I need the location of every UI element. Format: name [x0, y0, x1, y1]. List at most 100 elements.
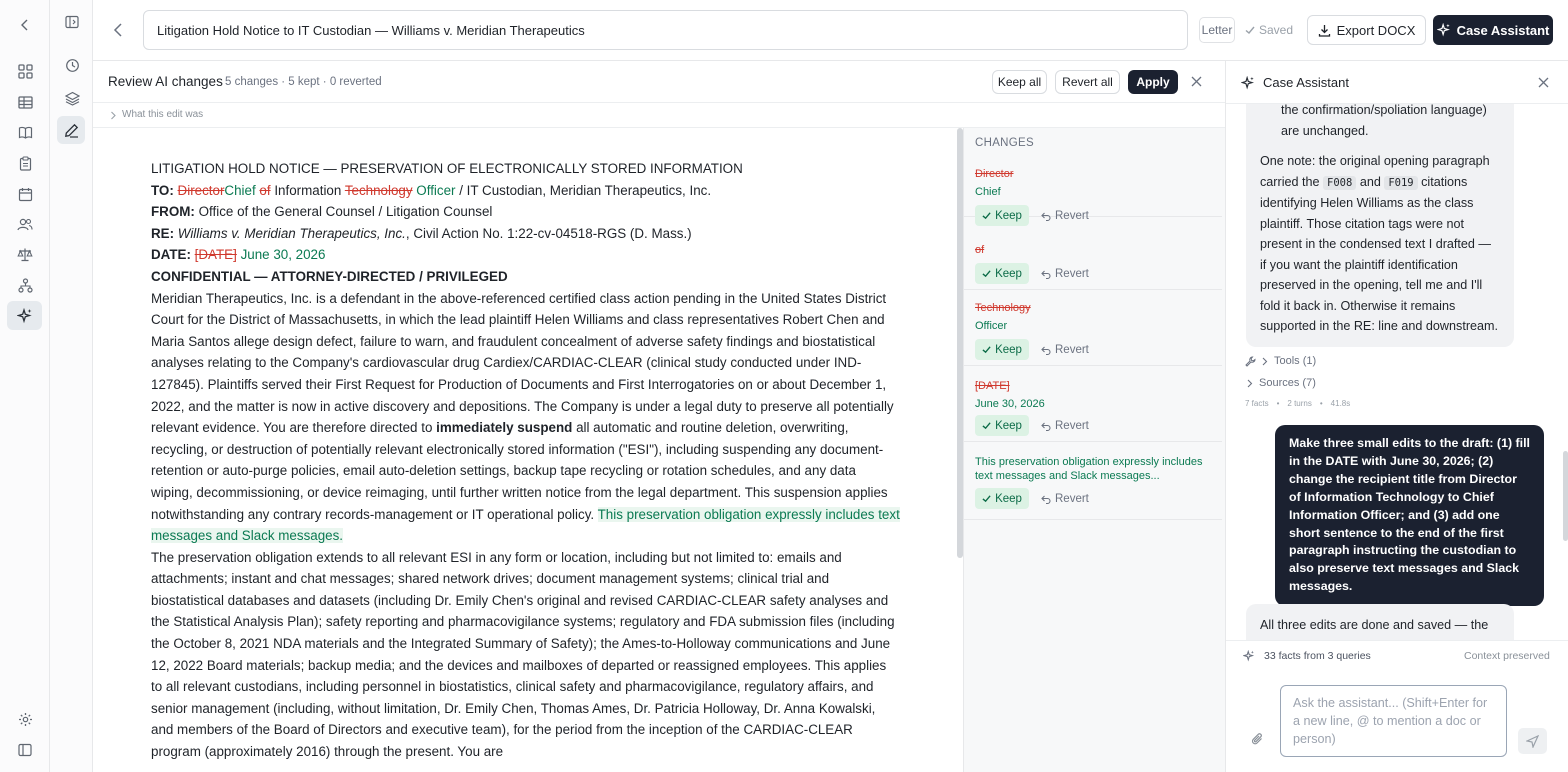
- book-icon[interactable]: [11, 118, 39, 146]
- org-chart-icon[interactable]: [11, 271, 39, 299]
- undo-icon: [1041, 495, 1051, 504]
- sparkle-icon[interactable]: [7, 301, 42, 330]
- assistant-message: All three edits are done and saved — the: [1246, 604, 1514, 640]
- tools-label: Tools (1): [1274, 355, 1317, 367]
- gear-icon[interactable]: [11, 705, 39, 733]
- case-assistant-button[interactable]: Case Assistant: [1433, 15, 1553, 45]
- table-icon[interactable]: [11, 88, 39, 116]
- citation-tag: F008: [1323, 175, 1357, 190]
- layers-icon[interactable]: [58, 84, 86, 112]
- keep-button[interactable]: Keep: [975, 415, 1029, 436]
- message-text: and: [1359, 174, 1381, 189]
- message-text: the confirmation/spoliation language) ar…: [1260, 104, 1500, 141]
- tools-toggle[interactable]: Tools (1): [1245, 355, 1316, 367]
- grid-icon[interactable]: [11, 57, 39, 85]
- from-text: Office of the General Counsel / Litigati…: [198, 204, 493, 220]
- revert-label: Revert: [1055, 492, 1089, 505]
- paperclip-icon[interactable]: [1251, 732, 1265, 747]
- what-this-edit-was-toggle[interactable]: What this edit was: [93, 103, 1225, 128]
- saved-status: Saved: [1245, 23, 1293, 37]
- change-item[interactable]: [DATE] June 30, 2026 Keep Revert: [964, 366, 1222, 442]
- left-rail: [0, 0, 50, 772]
- changes-heading: CHANGES: [975, 137, 1034, 149]
- document-body[interactable]: LITIGATION HOLD NOTICE — PRESERVATION OF…: [151, 158, 901, 763]
- document-canvas[interactable]: LITIGATION HOLD NOTICE — PRESERVATION OF…: [93, 128, 958, 772]
- doc-paragraph-1: Meridian Therapeutics, Inc. is a defenda…: [151, 288, 901, 547]
- keep-button[interactable]: Keep: [975, 339, 1029, 360]
- message-line: the confirmation/spoliation language): [1281, 104, 1487, 117]
- context-footer: 33 facts from 3 queries Context preserve…: [1226, 640, 1568, 670]
- close-icon[interactable]: [1191, 76, 1202, 87]
- back-chevron-icon[interactable]: [111, 22, 125, 38]
- scale-icon[interactable]: [11, 240, 39, 268]
- assistant-composer[interactable]: [1280, 685, 1507, 757]
- export-docx-button[interactable]: Export DOCX: [1307, 15, 1426, 45]
- check-icon: [982, 495, 991, 503]
- chevron-right-icon: [1247, 379, 1253, 387]
- assistant-title: Case Assistant: [1263, 75, 1349, 90]
- send-button[interactable]: [1518, 728, 1547, 754]
- keep-label: Keep: [995, 209, 1022, 222]
- assistant-message: the confirmation/spoliation language) ar…: [1246, 104, 1514, 347]
- deleted-text[interactable]: Technology: [345, 183, 413, 198]
- change-item[interactable]: Director Chief Keep Revert: [964, 158, 1222, 226]
- keep-button[interactable]: Keep: [975, 488, 1029, 509]
- revert-label: Revert: [1055, 343, 1089, 356]
- message-paragraph: One note: the original opening paragraph…: [1260, 151, 1500, 337]
- facts-footer: 33 facts from 3 queries: [1264, 650, 1371, 662]
- export-label: Export DOCX: [1336, 22, 1416, 38]
- users-icon[interactable]: [11, 210, 39, 238]
- clipboard-icon[interactable]: [11, 149, 39, 177]
- top-bar: Letter Saved Export DOCX Case Assistant: [93, 0, 1568, 61]
- close-icon[interactable]: [1538, 77, 1549, 88]
- chevron-left-icon[interactable]: [11, 11, 39, 39]
- inserted-text[interactable]: Officer: [416, 183, 455, 198]
- check-icon: [982, 346, 991, 354]
- chevron-right-icon: [110, 111, 117, 120]
- assistant-header: Case Assistant: [1226, 61, 1568, 104]
- panel-toggle-icon[interactable]: [58, 8, 86, 36]
- from-label: FROM:: [151, 204, 195, 220]
- doc-to-line: TO: DirectorChief of Information Technol…: [151, 180, 901, 202]
- revert-button[interactable]: Revert: [1041, 415, 1089, 436]
- document-title-input[interactable]: [143, 10, 1188, 50]
- wrench-icon: [1245, 355, 1256, 367]
- saved-label: Saved: [1259, 23, 1294, 37]
- review-summary: 5 changes · 5 kept · 0 reverted: [225, 76, 382, 88]
- inserted-text[interactable]: Chief: [224, 183, 255, 198]
- keep-all-button[interactable]: Keep all: [992, 70, 1047, 94]
- assistant-scrollbar[interactable]: [1563, 451, 1568, 541]
- send-icon: [1526, 734, 1539, 748]
- inserted-text[interactable]: June 30, 2026: [241, 247, 326, 262]
- calendar-icon[interactable]: [11, 180, 39, 208]
- apply-button[interactable]: Apply: [1128, 70, 1178, 94]
- review-bar: Review AI changes 5 changes · 5 kept · 0…: [93, 61, 1225, 103]
- deleted-text[interactable]: of: [259, 183, 270, 198]
- meta-facts: 7 facts: [1245, 399, 1269, 408]
- change-deleted: Director: [975, 168, 1014, 180]
- revert-button[interactable]: Revert: [1041, 263, 1089, 284]
- revert-button[interactable]: Revert: [1041, 205, 1089, 226]
- change-item[interactable]: This preservation obligation expressly i…: [964, 442, 1222, 520]
- undo-icon: [1041, 212, 1051, 221]
- revert-all-button[interactable]: Revert all: [1055, 70, 1120, 94]
- keep-button[interactable]: Keep: [975, 263, 1029, 284]
- changes-panel: CHANGES Director Chief Keep Revert of Ke…: [963, 128, 1225, 772]
- check-icon: [982, 212, 991, 220]
- change-item[interactable]: of Keep Revert: [964, 232, 1222, 290]
- re-label: RE:: [151, 225, 175, 241]
- assistant-messages[interactable]: the confirmation/spoliation language) ar…: [1226, 104, 1568, 640]
- change-item[interactable]: Technology Officer Keep Revert: [964, 290, 1222, 366]
- context-status: Context preserved: [1464, 650, 1550, 662]
- history-icon[interactable]: [58, 51, 86, 79]
- pen-icon[interactable]: [57, 116, 85, 144]
- doc-date-line: DATE: [DATE] June 30, 2026: [151, 244, 901, 266]
- doc-type-badge: Letter: [1199, 17, 1235, 43]
- revert-button[interactable]: Revert: [1041, 339, 1089, 360]
- deleted-text[interactable]: [DATE]: [195, 247, 237, 262]
- deleted-text[interactable]: Director: [178, 183, 225, 198]
- keep-button[interactable]: Keep: [975, 205, 1029, 226]
- revert-button[interactable]: Revert: [1041, 488, 1089, 509]
- sources-toggle[interactable]: Sources (7): [1247, 377, 1316, 389]
- panel-collapse-icon[interactable]: [11, 736, 39, 764]
